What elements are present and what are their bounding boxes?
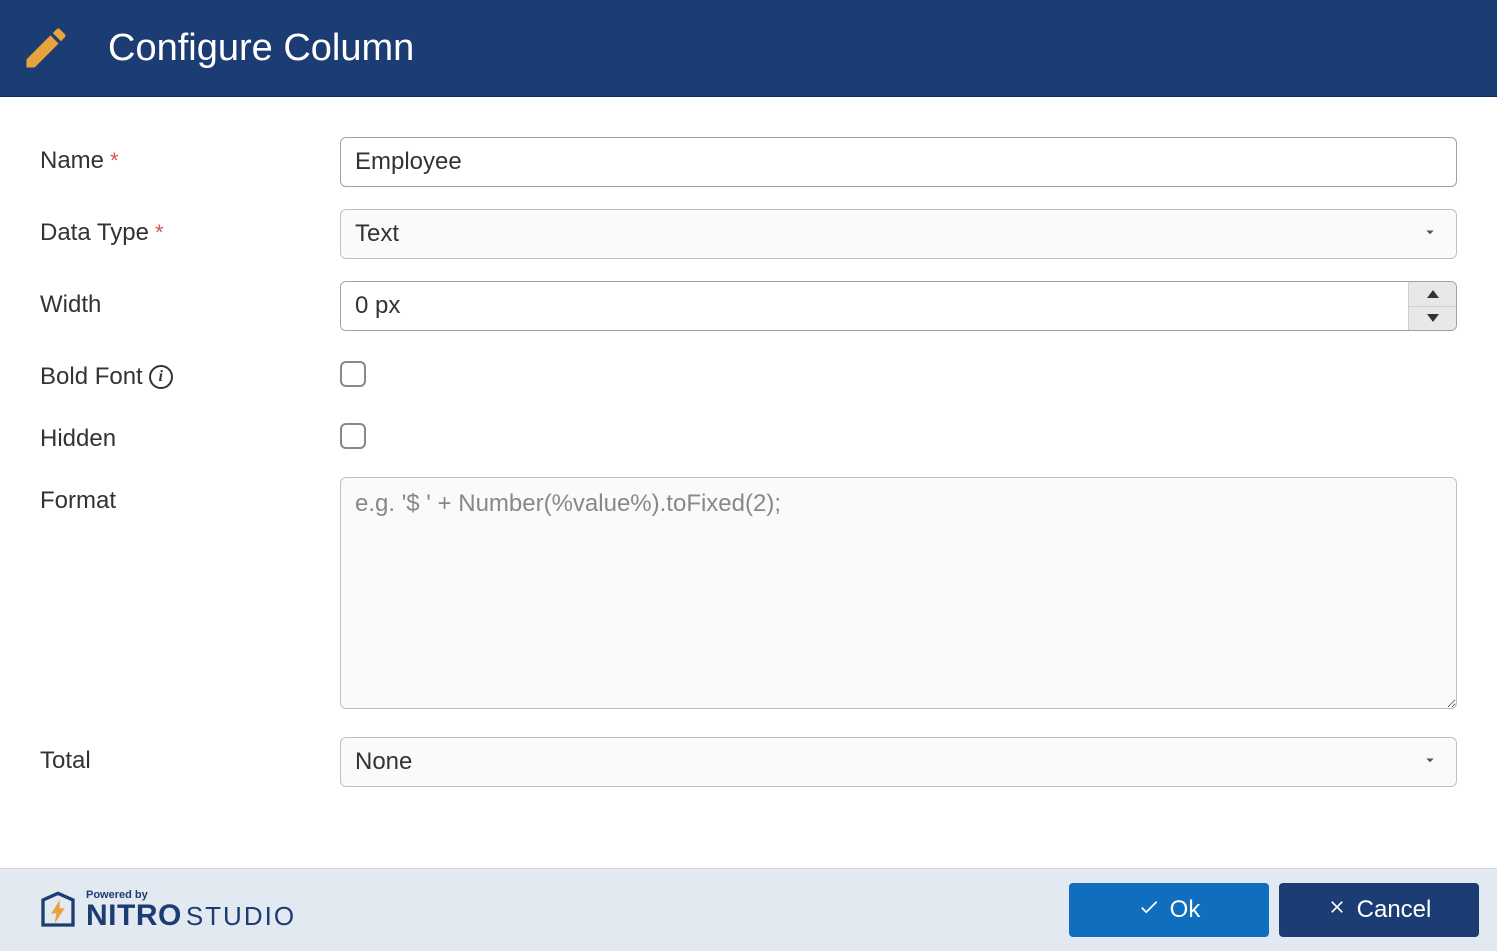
label-format: Format bbox=[40, 477, 340, 515]
ok-button-label: Ok bbox=[1170, 896, 1201, 924]
dialog-title: Configure Column bbox=[108, 27, 414, 70]
width-spinner[interactable]: 0 px bbox=[340, 281, 1457, 331]
format-textarea[interactable] bbox=[340, 477, 1457, 709]
check-icon bbox=[1138, 896, 1160, 925]
required-indicator: * bbox=[155, 220, 164, 246]
label-width-text: Width bbox=[40, 291, 101, 319]
name-input[interactable] bbox=[340, 137, 1457, 187]
label-bold-font-text: Bold Font bbox=[40, 363, 143, 391]
dialog-footer: Powered by NITRO STUDIO Ok Cancel bbox=[0, 868, 1497, 951]
cancel-button[interactable]: Cancel bbox=[1279, 883, 1479, 937]
brand-name: NITRO STUDIO bbox=[86, 901, 296, 931]
info-icon[interactable]: i bbox=[149, 365, 173, 389]
label-hidden-text: Hidden bbox=[40, 425, 116, 453]
close-icon bbox=[1327, 896, 1347, 924]
row-bold-font: Bold Font i bbox=[40, 353, 1457, 393]
total-select[interactable]: None bbox=[340, 737, 1457, 787]
label-name-text: Name bbox=[40, 147, 104, 175]
data-type-select[interactable]: Text bbox=[340, 209, 1457, 259]
label-width: Width bbox=[40, 281, 340, 319]
label-format-text: Format bbox=[40, 487, 116, 515]
bold-font-checkbox[interactable] bbox=[340, 361, 366, 387]
pencil-icon bbox=[20, 22, 72, 74]
width-value[interactable]: 0 px bbox=[341, 282, 1408, 330]
cancel-button-label: Cancel bbox=[1357, 896, 1432, 924]
label-name: Name* bbox=[40, 137, 340, 175]
row-name: Name* bbox=[40, 137, 1457, 187]
label-total-text: Total bbox=[40, 747, 91, 775]
nitro-logo-icon bbox=[38, 890, 78, 930]
hidden-checkbox[interactable] bbox=[340, 423, 366, 449]
row-format: Format bbox=[40, 477, 1457, 715]
required-indicator: * bbox=[110, 148, 119, 174]
row-total: Total None bbox=[40, 737, 1457, 787]
brand-nitro: NITRO bbox=[86, 901, 182, 931]
label-hidden: Hidden bbox=[40, 415, 340, 453]
spinner-up-button[interactable] bbox=[1409, 282, 1456, 307]
label-data-type-text: Data Type bbox=[40, 219, 149, 247]
dialog-header: Configure Column bbox=[0, 0, 1497, 97]
row-data-type: Data Type* Text bbox=[40, 209, 1457, 259]
brand-logo: Powered by NITRO STUDIO bbox=[38, 890, 296, 931]
label-total: Total bbox=[40, 737, 340, 775]
label-bold-font: Bold Font i bbox=[40, 353, 340, 391]
row-width: Width 0 px bbox=[40, 281, 1457, 331]
brand-studio: STUDIO bbox=[186, 903, 296, 929]
spinner-down-button[interactable] bbox=[1409, 307, 1456, 331]
label-data-type: Data Type* bbox=[40, 209, 340, 247]
row-hidden: Hidden bbox=[40, 415, 1457, 455]
ok-button[interactable]: Ok bbox=[1069, 883, 1269, 937]
form-body: Name* Data Type* Text Width 0 px bbox=[0, 97, 1497, 817]
